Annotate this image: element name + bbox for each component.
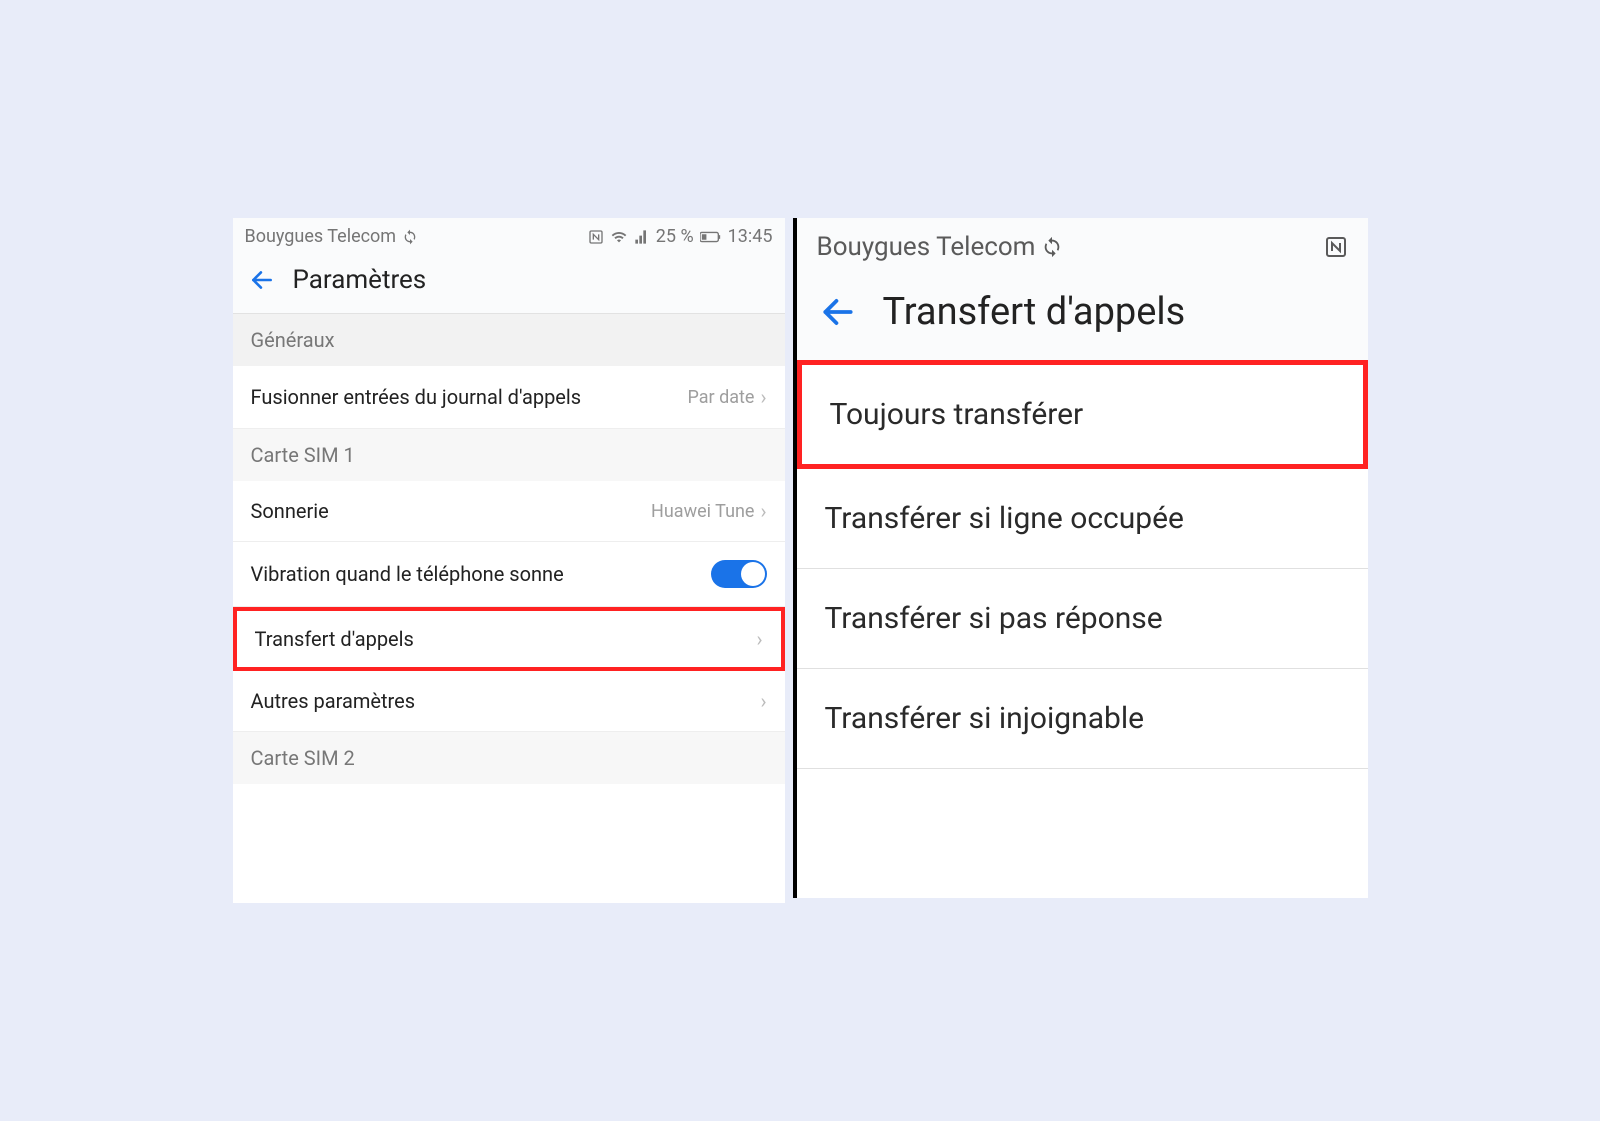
list-item-label: Transférer si injoignable	[825, 701, 1145, 736]
settings-header: Paramètres	[233, 251, 785, 314]
chevron-right-icon: ›	[760, 385, 766, 409]
carrier-label: Bouygues Telecom	[817, 232, 1036, 262]
nfc-icon	[1324, 235, 1348, 259]
sync-icon	[1041, 236, 1063, 258]
list-item-label: Toujours transférer	[830, 397, 1084, 432]
forward-unreachable[interactable]: Transférer si injoignable	[797, 669, 1368, 769]
battery-icon	[700, 231, 722, 243]
page-title: Transfert d'appels	[883, 290, 1186, 334]
chevron-right-icon: ›	[760, 499, 766, 523]
row-call-forward[interactable]: Transfert d'appels ›	[233, 607, 785, 671]
wifi-icon	[610, 229, 628, 245]
row-label: Fusionner entrées du journal d'appels	[251, 384, 582, 410]
row-label: Autres paramètres	[251, 689, 416, 713]
forward-always[interactable]: Toujours transférer	[797, 360, 1368, 469]
row-value: Par date ›	[687, 385, 766, 409]
clock-label: 13:45	[728, 226, 773, 247]
chevron-right-icon: ›	[756, 627, 762, 651]
section-sim2: Carte SIM 2	[233, 732, 785, 784]
forward-no-answer[interactable]: Transférer si pas réponse	[797, 569, 1368, 669]
back-arrow-icon[interactable]	[819, 293, 857, 331]
row-label: Vibration quand le téléphone sonne	[251, 562, 564, 586]
row-label: Transfert d'appels	[255, 627, 414, 651]
nfc-icon	[588, 229, 604, 245]
toggle-on[interactable]	[711, 560, 767, 588]
list-item-label: Transférer si ligne occupée	[825, 501, 1184, 536]
row-value: Huawei Tune ›	[651, 499, 766, 523]
row-ringtone[interactable]: Sonnerie Huawei Tune ›	[233, 481, 785, 542]
battery-pct-label: 25 %	[656, 226, 694, 247]
row-vibrate[interactable]: Vibration quand le téléphone sonne	[233, 542, 785, 607]
back-arrow-icon[interactable]	[249, 267, 275, 293]
row-other-settings[interactable]: Autres paramètres ›	[233, 671, 785, 732]
sync-icon	[402, 229, 418, 245]
status-bar: Bouygues Telecom 25 % 13:	[233, 218, 785, 251]
screenshot-settings: Bouygues Telecom 25 % 13:	[233, 218, 785, 903]
forward-busy[interactable]: Transférer si ligne occupée	[797, 469, 1368, 569]
row-merge-calllog[interactable]: Fusionner entrées du journal d'appels Pa…	[233, 366, 785, 429]
section-general: Généraux	[233, 314, 785, 366]
call-forward-header: Transfert d'appels	[797, 270, 1368, 360]
chevron-right-icon: ›	[760, 689, 766, 713]
row-label: Sonnerie	[251, 499, 329, 523]
list-item-label: Transférer si pas réponse	[825, 601, 1163, 636]
section-sim1: Carte SIM 1	[233, 429, 785, 481]
status-bar: Bouygues Telecom	[797, 218, 1368, 270]
page-title: Paramètres	[293, 265, 427, 295]
signal-icon	[634, 229, 650, 245]
carrier-label: Bouygues Telecom	[245, 226, 397, 247]
screenshot-call-forward: Bouygues Telecom Transfert d'appels Touj…	[793, 218, 1368, 898]
